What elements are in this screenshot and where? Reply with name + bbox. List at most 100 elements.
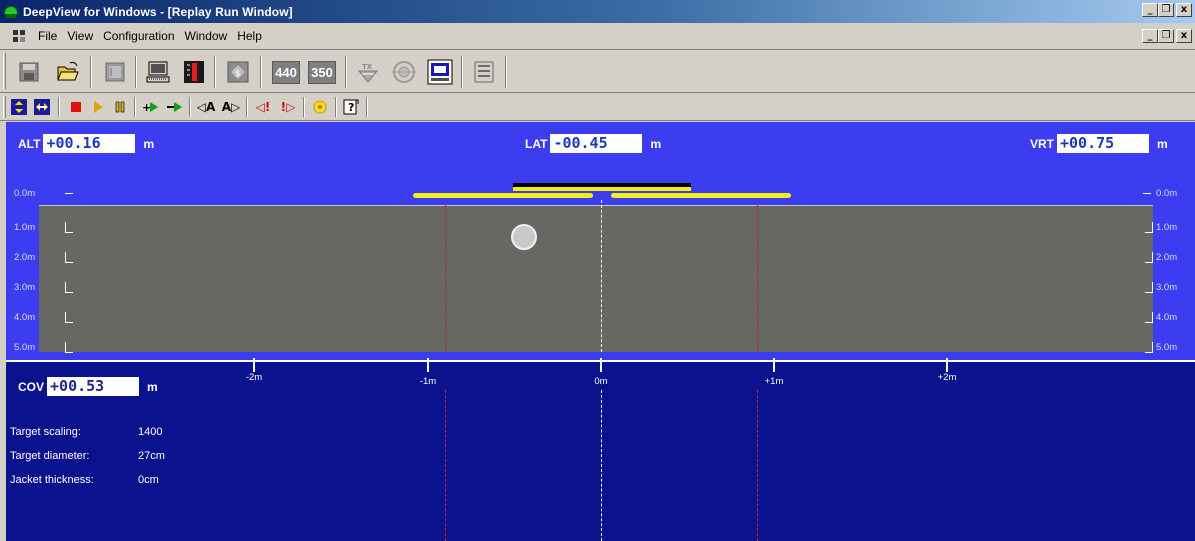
depth-tick-right <box>1145 222 1153 233</box>
stop-icon[interactable] <box>66 97 86 117</box>
step-forward-icon[interactable]: + <box>141 97 161 117</box>
play-icon[interactable] <box>88 97 108 117</box>
replay-display: ALT +00.16 m LAT -00.45 m VRT +00.75 m 0… <box>6 122 1195 541</box>
flag-forward-button[interactable]: !▷ <box>277 97 299 117</box>
center-line <box>601 200 602 352</box>
depth-tick-left <box>65 282 73 293</box>
sensor-350-button[interactable]: 350 <box>304 56 340 88</box>
scale-label-plus-2m: +2m <box>937 372 957 383</box>
target-diameter-value: 27cm <box>138 450 165 462</box>
depth-label-left-4: 4.0m <box>14 312 36 323</box>
depth-label-left-3: 3.0m <box>14 282 36 293</box>
depth-label-right-1: 1.0m <box>1156 222 1178 233</box>
vrt-value: +00.75 <box>1057 134 1149 153</box>
menu-configuration[interactable]: Configuration <box>98 29 179 43</box>
depth-label-right-3: 3.0m <box>1156 282 1178 293</box>
svg-text:$: $ <box>235 69 241 79</box>
menu-view[interactable]: View <box>62 29 98 43</box>
pause-icon[interactable] <box>110 97 130 117</box>
scale-tick <box>600 358 602 372</box>
sun-icon[interactable] <box>310 97 330 117</box>
right-coverage-line-lower <box>757 390 758 541</box>
lat-label: LAT <box>525 136 548 151</box>
scale-label-minus-2m: -2m <box>245 372 263 383</box>
svg-text:?: ? <box>348 101 354 114</box>
depth-label-right-5: 5.0m <box>1156 342 1178 353</box>
doc-restore-button[interactable]: ❐ <box>1158 29 1174 43</box>
cov-unit: m <box>147 379 158 394</box>
close-button[interactable]: x <box>1176 3 1192 17</box>
depth-tick-left <box>65 222 73 233</box>
menu-window[interactable]: Window <box>180 29 233 43</box>
scale-label-plus-1m: +1m <box>764 376 784 387</box>
vertical-fit-icon[interactable] <box>9 97 29 117</box>
open-folder-icon[interactable] <box>52 56 84 88</box>
vrt-label: VRT <box>1030 136 1054 151</box>
toolbar-grip[interactable] <box>3 96 6 118</box>
depth-tick-right <box>1145 312 1153 323</box>
svg-text:TX: TX <box>362 63 373 71</box>
toolbar-grip[interactable] <box>3 53 6 89</box>
display-icon[interactable] <box>424 56 456 88</box>
deepview-app-icon[interactable] <box>4 5 18 19</box>
lat-readout: LAT -00.45 m <box>525 134 661 153</box>
flag-back-label: ◁! <box>255 100 271 114</box>
menu-help[interactable]: Help <box>232 29 267 43</box>
ground-section <box>39 205 1153 352</box>
run-log-icon[interactable] <box>99 56 131 88</box>
title-bar: DeepView for Windows - [Replay Run Windo… <box>0 0 1195 23</box>
doc-minimize-button[interactable]: _ <box>1142 29 1158 43</box>
lat-value: -00.45 <box>550 134 643 153</box>
ground-surface-line <box>39 205 1153 206</box>
alt-label: ALT <box>18 136 41 151</box>
help-icon[interactable]: ? <box>341 97 361 117</box>
target-scaling-value: 1400 <box>138 426 163 438</box>
jacket-thickness-label: Jacket thickness: <box>10 474 94 486</box>
depth-tick-left <box>65 252 73 263</box>
scale-tick <box>253 358 255 372</box>
depth-tick-right <box>1145 282 1153 293</box>
window-title: DeepView for Windows - [Replay Run Windo… <box>23 4 293 19</box>
depth-label-right-2: 2.0m <box>1156 252 1178 263</box>
sensor-440-button[interactable]: 440 <box>268 56 304 88</box>
window-controls: _ ❐ x <box>1142 3 1192 17</box>
target-scaling-row: Target scaling: 1400 <box>10 426 162 438</box>
document-icon[interactable] <box>11 28 27 44</box>
vrt-unit: m <box>1157 136 1168 151</box>
calibration-icon[interactable]: $ <box>222 56 254 88</box>
depth-tick-right <box>1143 193 1151 194</box>
depth-label-right-4: 4.0m <box>1156 312 1178 323</box>
save-icon[interactable] <box>13 56 45 88</box>
alt-unit: m <box>143 136 155 151</box>
alt-value: +00.16 <box>43 134 136 153</box>
scale-tick <box>427 358 429 372</box>
signal-meter-icon[interactable] <box>178 56 210 88</box>
depth-tick-left <box>65 342 73 353</box>
flag-back-button[interactable]: ◁! <box>252 97 274 117</box>
marker-a-forward-label: A▷ <box>221 100 241 114</box>
minimize-button[interactable]: _ <box>1142 3 1158 17</box>
right-coverage-line <box>757 205 758 352</box>
horizontal-fit-icon[interactable] <box>32 97 52 117</box>
scale-tick <box>946 358 948 372</box>
fast-forward-icon[interactable] <box>165 97 185 117</box>
depth-label-left-1: 1.0m <box>14 222 36 233</box>
scale-label-0m: 0m <box>594 376 608 387</box>
computer-icon[interactable] <box>142 56 174 88</box>
restore-button[interactable]: ❐ <box>1158 3 1174 17</box>
target-icon[interactable] <box>388 56 420 88</box>
marker-a-back-button[interactable]: ◁A <box>195 97 217 117</box>
depth-label-right-0: 0.0m <box>1156 188 1178 199</box>
marker-a-forward-button[interactable]: A▷ <box>220 97 242 117</box>
vrt-readout: VRT +00.75 m <box>1030 134 1168 153</box>
menu-file[interactable]: File <box>33 29 62 43</box>
scale-tick <box>773 358 775 372</box>
sensor-350-label: 350 <box>308 60 336 84</box>
jacket-thickness-value: 0cm <box>138 474 159 486</box>
transmit-icon[interactable]: TX <box>352 56 384 88</box>
layers-icon[interactable] <box>468 56 500 88</box>
detected-target[interactable] <box>511 224 537 250</box>
marker-a-back-label: ◁A <box>196 100 216 114</box>
depth-label-left-0: 0.0m <box>14 188 36 199</box>
doc-close-button[interactable]: x <box>1176 29 1192 43</box>
